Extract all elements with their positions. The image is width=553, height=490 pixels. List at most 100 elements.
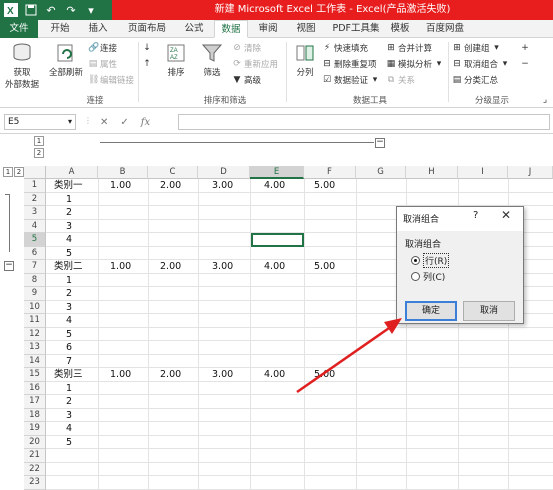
cell-f7[interactable]: 5.00 [314, 260, 335, 273]
sort-button[interactable]: ZA AZ 排序 [162, 42, 190, 78]
radio-columns[interactable]: 列(C) [411, 270, 445, 283]
ok-button[interactable]: 确定 [405, 301, 457, 321]
cell-d15[interactable]: 3.00 [212, 368, 233, 381]
column-header-i[interactable]: I [458, 166, 508, 179]
cell-d7[interactable]: 3.00 [212, 260, 233, 273]
cell-c1[interactable]: 2.00 [160, 179, 181, 192]
row-header-4[interactable]: 4 [24, 219, 46, 233]
cell-d1[interactable]: 3.00 [212, 179, 233, 192]
row-header-3[interactable]: 3 [24, 206, 46, 220]
cell-a15[interactable]: 类别三 [54, 368, 83, 381]
row-header-16[interactable]: 16 [24, 381, 46, 395]
whatif-analysis-button[interactable]: ▦ 模拟分析 ▾ [386, 58, 444, 70]
column-header-a[interactable]: A [46, 166, 98, 179]
cell-a20[interactable]: 5 [66, 436, 72, 449]
data-validation-button[interactable]: ☑ 数据验证 ▾ [322, 74, 380, 86]
cell-e15[interactable]: 4.00 [264, 368, 285, 381]
edit-links-button[interactable]: ⛓ 编辑链接 [88, 74, 134, 86]
cell-e1[interactable]: 4.00 [264, 179, 285, 192]
tab-pdf-tools[interactable]: PDF工具集 [328, 20, 384, 38]
remove-duplicates-button[interactable]: ⊟ 删除重复项 [322, 58, 376, 70]
tab-view[interactable]: 视图 [290, 20, 322, 38]
cell-a14[interactable]: 7 [66, 355, 72, 368]
row-header-1[interactable]: 1 [24, 179, 46, 193]
row-header-14[interactable]: 14 [24, 354, 46, 368]
row-header-22[interactable]: 22 [24, 462, 46, 476]
tab-insert[interactable]: 插入 [82, 20, 114, 38]
hide-detail-button[interactable]: − [520, 58, 530, 70]
cell-a11[interactable]: 4 [66, 314, 72, 327]
cell-c15[interactable]: 2.00 [160, 368, 181, 381]
outline-settings-launcher[interactable]: ⌟ [540, 94, 550, 106]
consolidate-button[interactable]: ⊞ 合并计算 [386, 42, 432, 54]
row-header-6[interactable]: 6 [24, 246, 46, 260]
name-box[interactable]: E5 ▾ [4, 114, 76, 130]
cell-a4[interactable]: 3 [66, 220, 72, 233]
cell-a6[interactable]: 5 [66, 247, 72, 260]
close-icon[interactable]: ✕ [501, 208, 511, 222]
tab-file[interactable]: 文件 [0, 20, 38, 38]
tab-templates[interactable]: 模板 [384, 20, 416, 38]
clear-filter-button[interactable]: ⊘ 清除 [232, 42, 261, 54]
column-header-g[interactable]: G [356, 166, 406, 179]
advanced-filter-button[interactable]: ▼ 高级 [232, 74, 261, 86]
insert-function-icon[interactable]: fx [141, 117, 150, 128]
row-header-18[interactable]: 18 [24, 408, 46, 422]
column-header-c[interactable]: C [148, 166, 198, 179]
row-header-11[interactable]: 11 [24, 314, 46, 328]
column-outline-level-1-button[interactable]: 1 [34, 136, 44, 146]
sort-az-button[interactable]: ↓ [142, 42, 152, 54]
redo-icon[interactable]: ↷ [63, 2, 79, 18]
column-header-b[interactable]: B [98, 166, 148, 179]
cell-a7[interactable]: 类别二 [54, 260, 83, 273]
cell-a3[interactable]: 2 [66, 206, 72, 219]
cancel-button[interactable]: 取消 [463, 301, 515, 321]
formula-bar-splitter-icon[interactable]: ⋮ [84, 116, 92, 125]
save-icon[interactable] [23, 2, 39, 18]
cell-a9[interactable]: 2 [66, 287, 72, 300]
tab-baidu-pan[interactable]: 百度网盘 [420, 20, 470, 38]
formula-input[interactable] [178, 114, 550, 130]
row-header-5[interactable]: 5 [24, 233, 46, 247]
name-box-dropdown-icon[interactable]: ▾ [68, 115, 72, 129]
undo-icon[interactable]: ↶ [43, 2, 59, 18]
radio-rows[interactable]: 行(R) [411, 253, 450, 268]
row-header-15[interactable]: 15 [24, 368, 46, 382]
cell-a8[interactable]: 1 [66, 274, 72, 287]
cell-a12[interactable]: 5 [66, 328, 72, 341]
enter-entry-icon[interactable]: ✓ [120, 117, 128, 128]
active-cell-outline[interactable] [251, 233, 304, 247]
group-button[interactable]: ⊞ 创建组 ▾ [452, 42, 502, 54]
reapply-button[interactable]: ⟳ 重新应用 [232, 58, 278, 70]
subtotal-button[interactable]: ▤ 分类汇总 [452, 74, 498, 86]
sort-za-button[interactable]: ↑ [142, 58, 152, 70]
cell-c7[interactable]: 2.00 [160, 260, 181, 273]
cell-a10[interactable]: 3 [66, 301, 72, 314]
radio-rows-dot[interactable] [411, 256, 420, 265]
cell-a13[interactable]: 6 [66, 341, 72, 354]
cell-f1[interactable]: 5.00 [314, 179, 335, 192]
row-header-2[interactable]: 2 [24, 192, 46, 206]
row-header-12[interactable]: 12 [24, 327, 46, 341]
cell-a2[interactable]: 1 [66, 193, 72, 206]
column-header-f[interactable]: F [304, 166, 356, 179]
row-header-20[interactable]: 20 [24, 435, 46, 449]
cell-e7[interactable]: 4.00 [264, 260, 285, 273]
row-header-13[interactable]: 13 [24, 341, 46, 355]
tab-review[interactable]: 审阅 [252, 20, 284, 38]
cell-a1[interactable]: 类别一 [54, 179, 83, 192]
cancel-entry-icon[interactable]: ✕ [100, 117, 108, 128]
cell-f15[interactable]: 5.00 [314, 368, 335, 381]
cell-a19[interactable]: 4 [66, 422, 72, 435]
cell-b15[interactable]: 1.00 [110, 368, 131, 381]
column-header-e[interactable]: E [250, 166, 304, 179]
column-header-j[interactable]: J [508, 166, 553, 179]
collapse-row-group-button[interactable]: − [4, 261, 14, 271]
row-header-17[interactable]: 17 [24, 395, 46, 409]
row-header-19[interactable]: 19 [24, 422, 46, 436]
cell-a18[interactable]: 3 [66, 409, 72, 422]
help-icon[interactable]: ? [473, 210, 478, 221]
cell-a17[interactable]: 2 [66, 395, 72, 408]
cell-a5[interactable]: 4 [66, 233, 72, 246]
properties-button[interactable]: ▤ 属性 [88, 58, 117, 70]
